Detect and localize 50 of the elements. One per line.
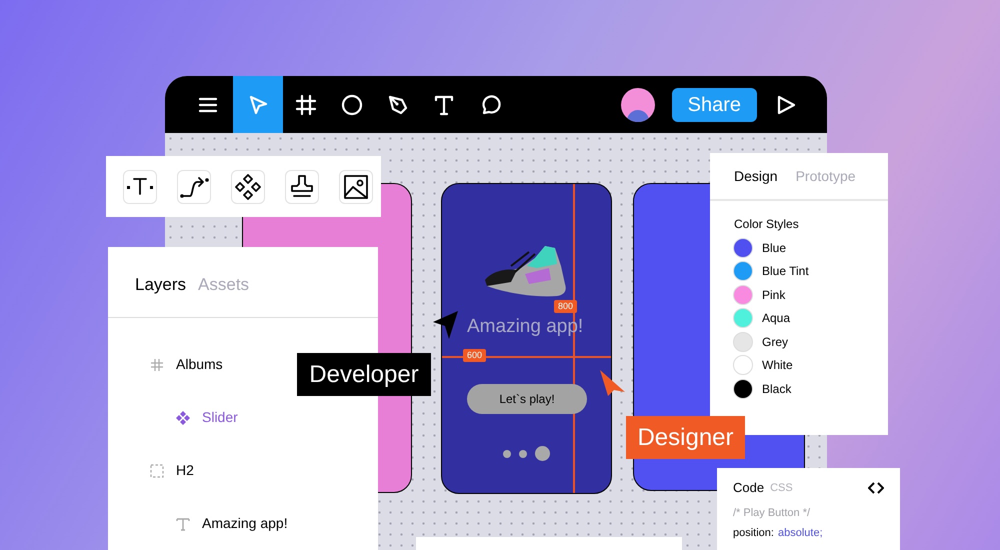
text-icon (176, 516, 190, 530)
text-box-tool[interactable] (123, 170, 157, 204)
measure-label: 600 (463, 349, 486, 362)
stamp-tool[interactable] (285, 170, 319, 204)
color-swatch[interactable] (733, 355, 753, 376)
pointer-icon (247, 94, 269, 116)
component-icon (176, 410, 190, 424)
frame-icon (150, 358, 164, 372)
code-value: absolute; (778, 526, 823, 540)
section-heading: Color Styles (733, 216, 800, 233)
component-tool[interactable] (231, 170, 265, 204)
avatar[interactable] (620, 88, 655, 122)
image-tool[interactable] (339, 170, 373, 204)
color-name[interactable]: Black (762, 380, 792, 398)
user-tag: Designer (626, 416, 745, 459)
frame-icon (295, 94, 317, 116)
code-icon[interactable] (868, 482, 884, 494)
play-button[interactable]: Let`s play! (467, 384, 587, 414)
cursor-icon (600, 370, 625, 396)
text-icon (433, 94, 455, 116)
pen-icon (387, 94, 409, 116)
code-property: position: (733, 526, 774, 540)
measure-label: 800 (554, 300, 578, 313)
circle-icon (341, 94, 363, 116)
color-swatch[interactable] (733, 308, 753, 328)
layer-item[interactable]: H2 (176, 460, 194, 481)
code-comment: /* Play Button */ (733, 506, 812, 520)
color-swatch[interactable] (733, 378, 753, 399)
component-icon (233, 172, 263, 202)
color-swatch[interactable] (733, 332, 753, 352)
color-name[interactable]: Pink (762, 286, 786, 304)
layer-item[interactable]: Albums (176, 354, 223, 375)
dashed-frame-icon (150, 464, 164, 478)
panel-tab[interactable]: Layers (135, 272, 186, 298)
color-name[interactable]: Aqua (762, 309, 790, 328)
color-name[interactable]: Blue (762, 238, 786, 257)
panel-title: Code (733, 479, 764, 497)
language-label: CSS (770, 480, 793, 496)
color-name[interactable]: Grey (762, 332, 788, 351)
color-swatch[interactable] (733, 261, 753, 282)
color-swatch[interactable] (733, 284, 753, 305)
color-name[interactable]: White (762, 356, 793, 374)
color-name[interactable]: Blue Tint (762, 262, 809, 280)
connector-tool[interactable] (177, 170, 211, 204)
layer-item[interactable]: Slider (202, 407, 238, 428)
user-tag: Developer (297, 353, 431, 396)
color-swatch[interactable] (733, 238, 753, 258)
layer-item[interactable]: Amazing app! (202, 513, 288, 534)
panel-tab[interactable]: Design (734, 166, 778, 186)
play-icon[interactable] (775, 94, 797, 116)
